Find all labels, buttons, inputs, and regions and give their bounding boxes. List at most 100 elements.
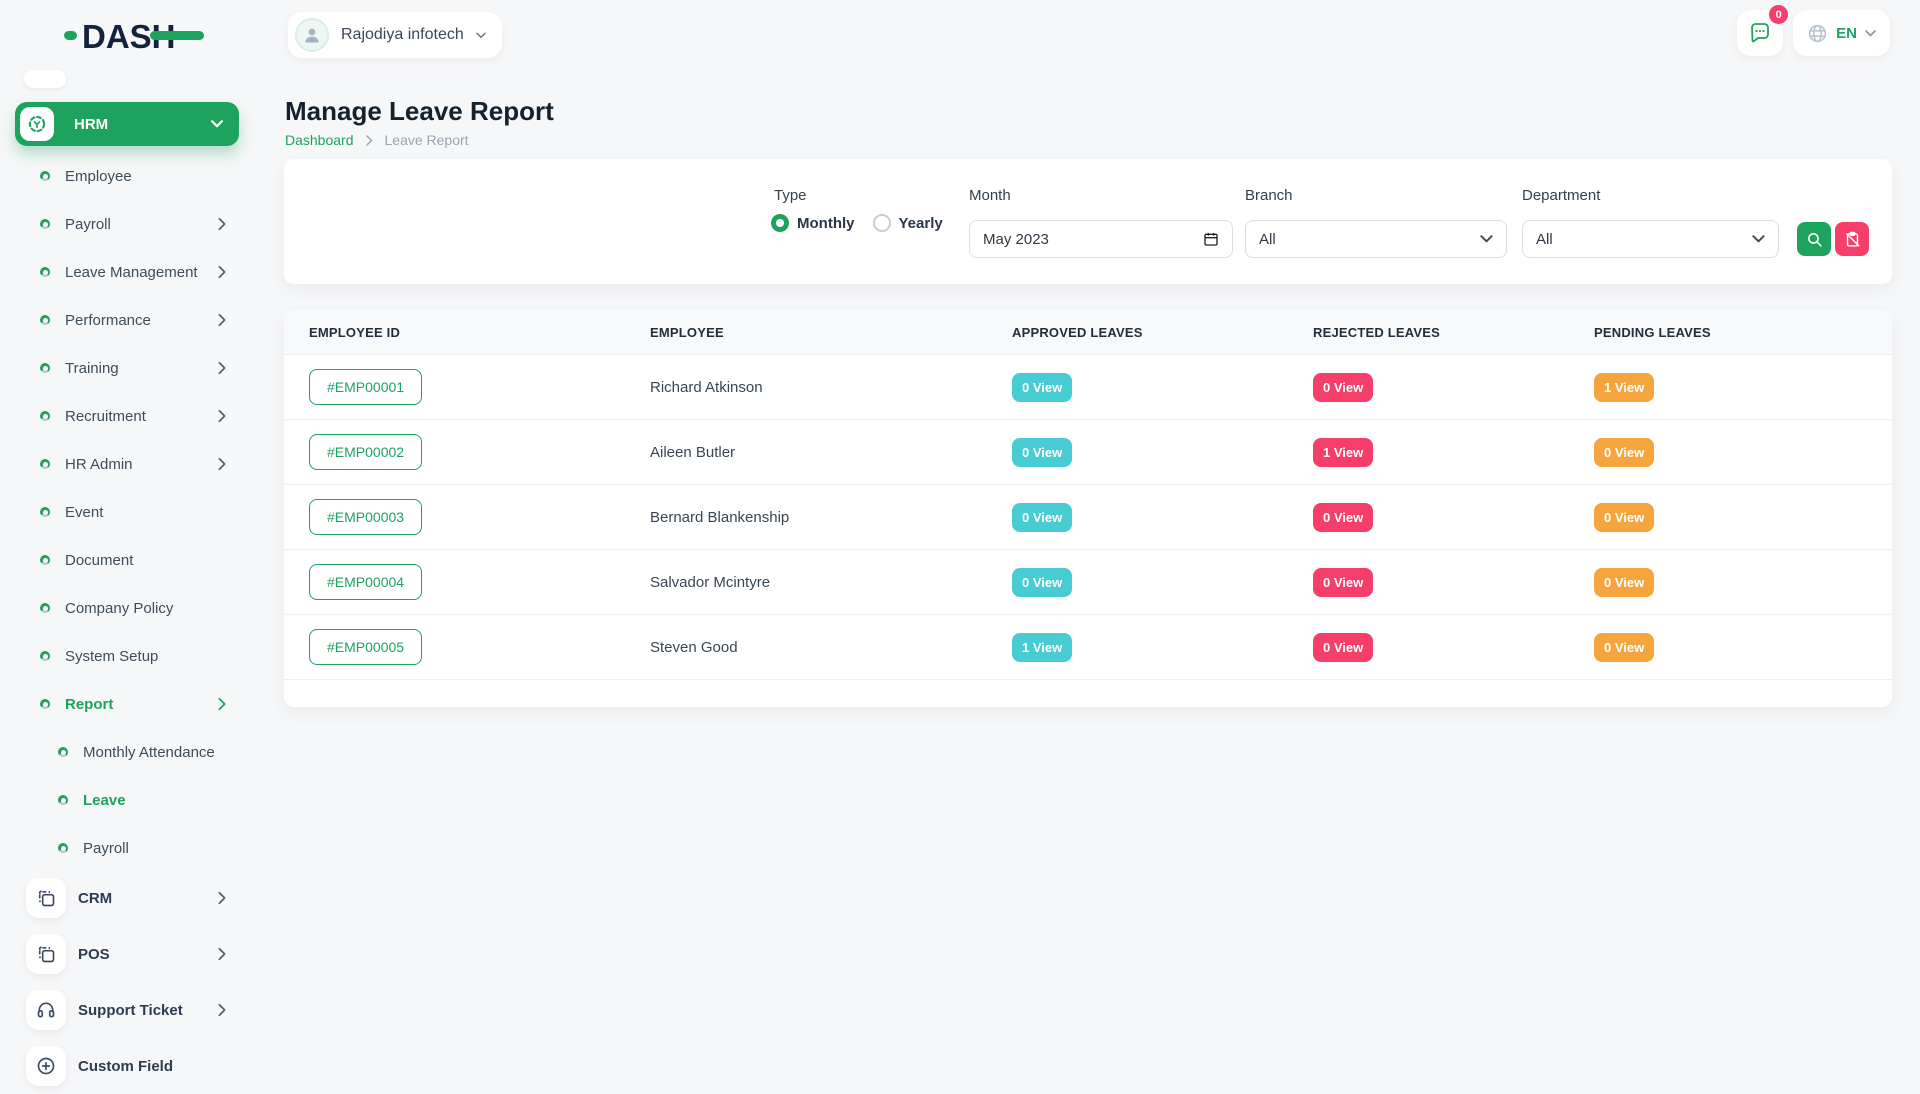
employee-id-button[interactable]: #EMP00005 [309,629,422,665]
sidebar-item-payroll[interactable]: Payroll [0,200,257,248]
search-icon [1806,231,1823,248]
pending-leaves-badge[interactable]: 0 View [1594,438,1654,467]
bullet-icon [40,171,50,181]
rejected-leaves-badge[interactable]: 0 View [1313,373,1373,402]
employee-name: Steven Good [650,639,1012,656]
sidebar-item-leave-management[interactable]: Leave Management [0,248,257,296]
rejected-leaves-badge[interactable]: 0 View [1313,568,1373,597]
bullet-icon [40,411,50,421]
company-avatar [295,18,329,52]
messages-button[interactable]: 0 [1737,10,1783,56]
sidebar-item-label: Monthly Attendance [83,744,215,761]
pending-leaves-badge[interactable]: 1 View [1594,373,1654,402]
chevron-right-icon [217,1003,227,1017]
sidebar-item-label: Performance [65,312,202,329]
chevron-down-icon [476,32,486,39]
pending-leaves-badge[interactable]: 0 View [1594,568,1654,597]
sidebar-peek-box [24,70,66,88]
chevron-down-icon [211,120,223,128]
sidebar-item-label: System Setup [65,648,202,665]
approved-leaves-badge[interactable]: 0 View [1012,373,1072,402]
clipboard-off-icon [1844,231,1861,248]
employee-id-button[interactable]: #EMP00003 [309,499,422,535]
sidebar-item-label: Recruitment [65,408,202,425]
bullet-icon [58,843,68,853]
table-row: #EMP00003 Bernard Blankenship 0 View 0 V… [284,485,1892,550]
sidebar-item-report[interactable]: Report [0,680,257,728]
sidebar-item-recruitment[interactable]: Recruitment [0,392,257,440]
chevron-right-icon [217,457,227,471]
month-input[interactable]: May 2023 [969,220,1233,258]
col-pending-leaves: PENDING LEAVES [1594,325,1892,340]
bullet-icon [40,459,50,469]
sidebar-item-label: Leave [83,792,202,809]
chevron-down-icon [1752,235,1765,243]
department-select[interactable]: All [1522,220,1779,258]
bullet-icon [58,747,68,757]
sidebar-group-hrm[interactable]: HRM [15,102,239,146]
rejected-leaves-badge[interactable]: 1 View [1313,438,1373,467]
approved-leaves-badge[interactable]: 0 View [1012,503,1072,532]
topbar-actions: 0 EN [1737,10,1890,56]
sidebar-item-system-setup[interactable]: System Setup [0,632,257,680]
pending-leaves-badge[interactable]: 0 View [1594,633,1654,662]
sidebar-item-employee[interactable]: Employee [0,152,257,200]
approved-leaves-badge[interactable]: 0 View [1012,568,1072,597]
sidebar-item-label: Company Policy [65,600,202,617]
rejected-leaves-badge[interactable]: 0 View [1313,503,1373,532]
sidebar-item-event[interactable]: Event [0,488,257,536]
approved-leaves-badge[interactable]: 0 View [1012,438,1072,467]
sidebar-item-label: Training [65,360,202,377]
bullet-icon [58,795,68,805]
company-switcher[interactable]: Rajodiya infotech [288,12,502,58]
sidebar-item-payroll[interactable]: Payroll [0,824,257,872]
reset-button[interactable] [1835,222,1869,256]
sidebar-item-training[interactable]: Training [0,344,257,392]
sidebar-item-leave[interactable]: Leave [0,776,257,824]
employee-id-button[interactable]: #EMP00002 [309,434,422,470]
language-code: EN [1836,25,1857,42]
breadcrumb-current: Leave Report [385,132,469,148]
sidebar-item-label: Document [65,552,202,569]
language-selector[interactable]: EN [1793,10,1890,56]
chevron-down-icon [1865,30,1876,37]
approved-leaves-badge[interactable]: 1 View [1012,633,1072,662]
calendar-icon [1203,231,1219,247]
bullet-icon [40,555,50,565]
table-body: #EMP00001 Richard Atkinson 0 View 0 View… [284,355,1892,680]
filter-panel: Type Monthly Yearly Month May 2023 Branc… [284,159,1892,284]
table-row: #EMP00002 Aileen Butler 0 View 1 View 0 … [284,420,1892,485]
sidebar-item-company-policy[interactable]: Company Policy [0,584,257,632]
chevron-right-icon [217,265,227,279]
rejected-leaves-badge[interactable]: 0 View [1313,633,1373,662]
employee-name: Salvador Mcintyre [650,574,1012,591]
branch-select[interactable]: All [1245,220,1507,258]
radio-unchecked-icon[interactable] [873,214,891,232]
brand-logo[interactable]: DASH [64,12,204,56]
chevron-right-icon [217,697,227,711]
leave-report-table: EMPLOYEE ID EMPLOYEE APPROVED LEAVES REJ… [284,310,1892,707]
employee-id-button[interactable]: #EMP00004 [309,564,422,600]
employee-id-button[interactable]: #EMP00001 [309,369,422,405]
radio-monthly[interactable]: Monthly [771,214,855,232]
sidebar-group-label: HRM [74,116,191,133]
headset-icon [36,1000,56,1020]
plus-circle-icon [36,1056,56,1076]
sidebar-menu: Employee Payroll Leave Management Perfor… [0,152,257,872]
sidebar-item-label: Event [65,504,202,521]
search-button[interactable] [1797,222,1831,256]
sidebar-item-monthly-attendance[interactable]: Monthly Attendance [0,728,257,776]
sidebar-module-custom-field[interactable]: Custom Field [0,1038,257,1094]
sidebar-module-pos[interactable]: POS [0,926,257,982]
sidebar-module-crm[interactable]: CRM [0,870,257,926]
sidebar-item-hr-admin[interactable]: HR Admin [0,440,257,488]
sidebar-module-support-ticket[interactable]: Support Ticket [0,982,257,1038]
breadcrumb-dashboard[interactable]: Dashboard [285,132,354,148]
chevron-right-icon [217,891,227,905]
radio-checked-icon[interactable] [771,214,789,232]
pending-leaves-badge[interactable]: 0 View [1594,503,1654,532]
sidebar-item-performance[interactable]: Performance [0,296,257,344]
messages-badge: 0 [1769,5,1788,24]
sidebar-item-document[interactable]: Document [0,536,257,584]
radio-yearly[interactable]: Yearly [873,214,943,232]
